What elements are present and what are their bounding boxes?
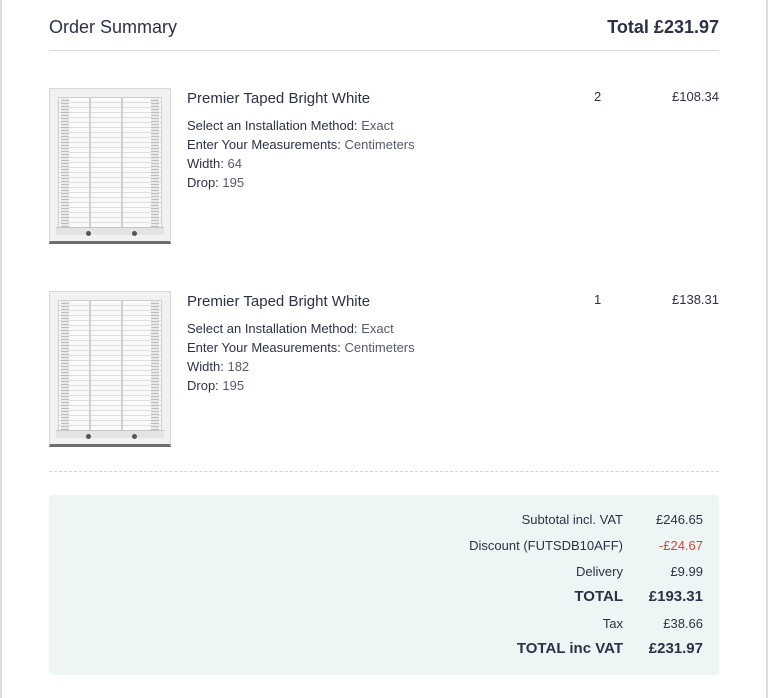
header-total: Total £231.97: [607, 17, 719, 37]
discount-label: Discount (FUTSDB10AFF): [469, 538, 623, 553]
product-name: Premier Taped Bright White: [187, 90, 371, 107]
item-quantity: 2: [594, 89, 602, 104]
product-image: [49, 88, 171, 244]
delivery-label: Delivery: [576, 564, 623, 579]
delivery-row: Delivery £9.99: [576, 564, 703, 579]
total-inc-vat-row: TOTAL inc VAT £231.97: [517, 640, 703, 657]
discount-row: Discount (FUTSDB10AFF) -£24.67: [469, 538, 703, 553]
total-label: TOTAL: [574, 588, 623, 605]
discount-value: -£24.67: [658, 538, 703, 553]
order-item: Premier Taped Bright White Select an Ins…: [49, 291, 719, 451]
item-price: £108.34: [672, 89, 719, 104]
blind-image: [58, 97, 162, 229]
order-summary-header: Order Summary Total £231.97: [49, 14, 719, 51]
option-installation: Select an Installation Method: Exact: [187, 118, 394, 133]
total-value: £193.31: [648, 588, 703, 605]
delivery-value: £9.99: [670, 564, 703, 579]
item-price: £138.31: [672, 292, 719, 307]
totals-panel: Subtotal incl. VAT £246.65 Discount (FUT…: [49, 495, 719, 675]
option-measurements: Enter Your Measurements: Centimeters: [187, 137, 415, 152]
option-measurements: Enter Your Measurements: Centimeters: [187, 340, 415, 355]
product-name: Premier Taped Bright White: [187, 293, 371, 310]
subtotal-row: Subtotal incl. VAT £246.65: [522, 512, 703, 527]
subtotal-label: Subtotal incl. VAT: [521, 512, 623, 527]
tax-label: Tax: [602, 616, 623, 631]
tax-value: £38.66: [663, 616, 703, 631]
total-inc-vat-value: £231.97: [648, 640, 703, 657]
product-image: [49, 291, 171, 447]
option-drop: Drop: 195: [187, 175, 245, 190]
option-width: Width: 64: [187, 156, 242, 171]
order-item: Premier Taped Bright White Select an Ins…: [49, 88, 719, 248]
option-drop: Drop: 195: [187, 378, 245, 393]
items-divider: [49, 471, 719, 472]
total-row: TOTAL £193.31: [574, 588, 703, 605]
tax-row: Tax £38.66: [603, 616, 703, 631]
product-options: Select an Installation Method: Exact Ent…: [187, 319, 415, 395]
item-quantity: 1: [594, 292, 602, 307]
option-width: Width: 182: [187, 359, 250, 374]
total-inc-vat-label: TOTAL inc VAT: [516, 640, 623, 657]
order-summary-title: Order Summary: [49, 17, 178, 37]
blind-image: [58, 300, 162, 432]
product-options: Select an Installation Method: Exact Ent…: [187, 116, 415, 192]
subtotal-value: £246.65: [656, 512, 703, 527]
option-installation: Select an Installation Method: Exact: [187, 321, 394, 336]
